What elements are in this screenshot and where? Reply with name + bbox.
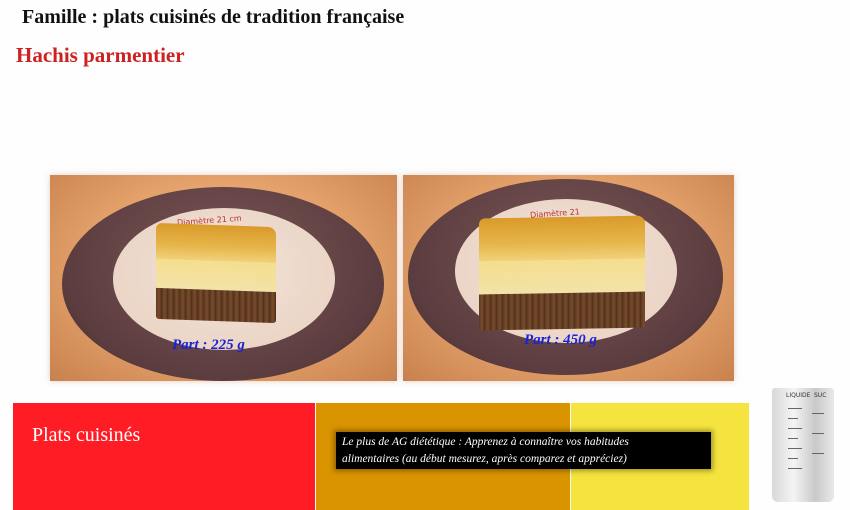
dietary-tip: Le plus de AG diététique : Apprenez à co… (336, 432, 711, 469)
portion-label-225: Part : 225 g (172, 337, 245, 353)
band-red (13, 403, 315, 510)
dish-title: Hachis parmentier (16, 43, 185, 67)
portion-photo-225: Diamètre 21 cm Part : 225 g (50, 175, 397, 381)
tip-line-2: alimentaires (au début mesurez, après co… (342, 453, 627, 465)
cup-label-left: LIQUIDE (786, 392, 811, 399)
cup-label-right: SUC (814, 392, 827, 399)
tip-line-1: Le plus de AG diététique : Apprenez à co… (342, 436, 629, 448)
measuring-cup-image: LIQUIDE SUC (772, 388, 834, 502)
hachis-portion-small (156, 222, 276, 324)
category-label: Plats cuisinés (32, 424, 141, 446)
portion-photo-450: Diamètre 21 Part : 450 g (403, 175, 734, 381)
family-title: Famille : plats cuisinés de tradition fr… (22, 6, 405, 28)
hachis-portion-large (479, 215, 645, 331)
portion-label-450: Part : 450 g (524, 332, 597, 348)
